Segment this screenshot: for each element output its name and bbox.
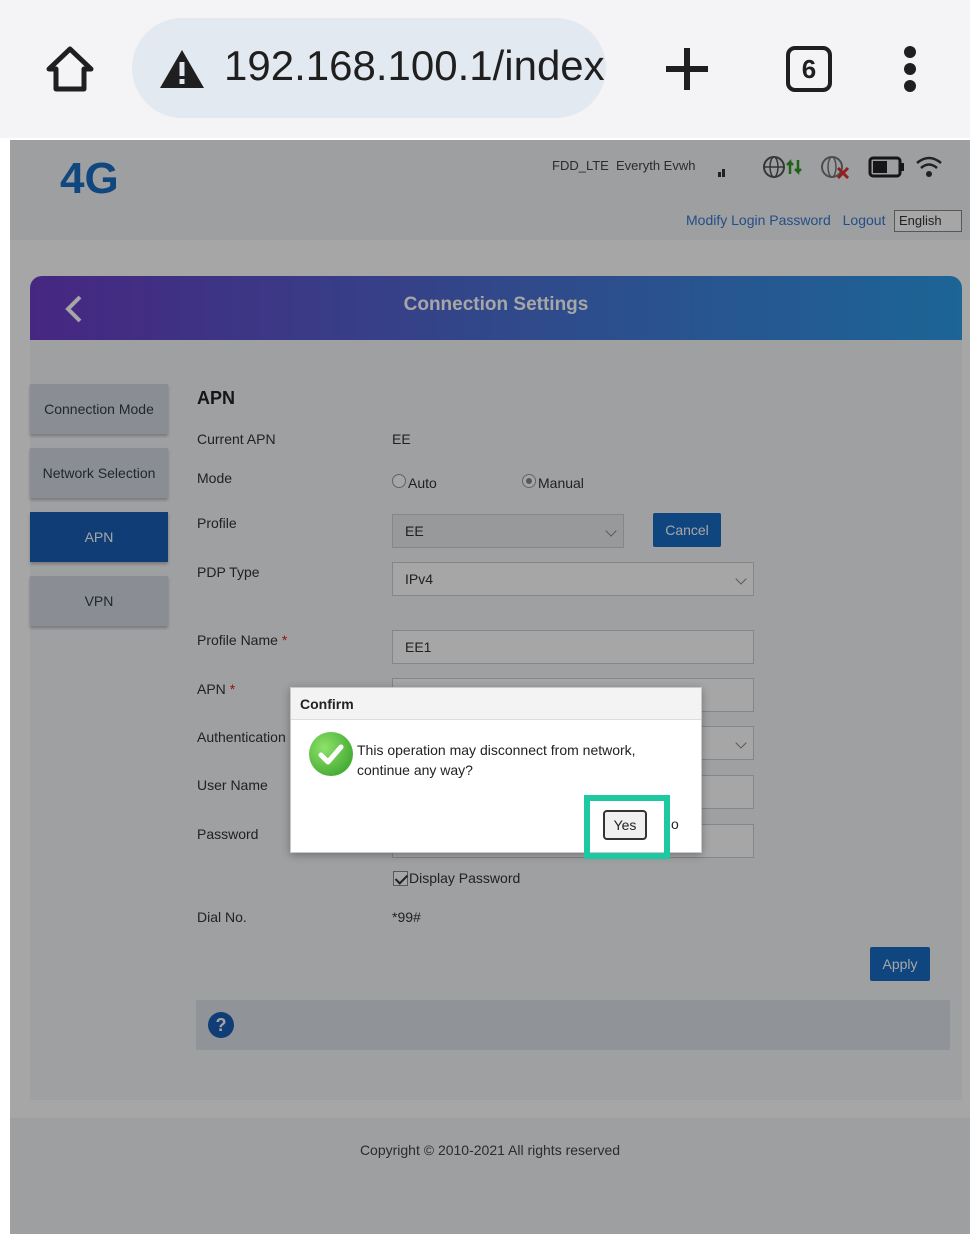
success-check-icon — [309, 732, 353, 776]
warning-icon[interactable] — [158, 48, 206, 90]
dialog-message: This operation may disconnect from netwo… — [357, 742, 636, 778]
home-icon[interactable] — [44, 44, 96, 94]
browser-toolbar: 192.168.100.1/index 6 — [0, 0, 970, 138]
dialog-title: Confirm — [300, 696, 354, 712]
tab-switcher-button[interactable]: 6 — [786, 46, 832, 92]
url-text: 192.168.100.1/index — [224, 42, 605, 89]
new-tab-icon[interactable] — [662, 44, 712, 94]
dialog-header: Confirm — [291, 688, 701, 720]
highlight-box — [584, 795, 670, 859]
address-bar[interactable]: 192.168.100.1/index — [132, 18, 606, 118]
more-menu-icon[interactable] — [900, 46, 920, 92]
